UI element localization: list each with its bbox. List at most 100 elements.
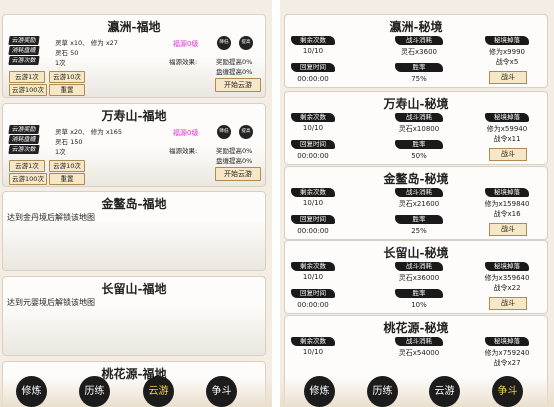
fight-button[interactable]: 战斗 <box>489 297 527 310</box>
luck-level: 福源0级 <box>173 129 199 137</box>
drop-value: 战令x27 <box>493 359 521 367</box>
reply-value: 00:00:00 <box>297 152 329 160</box>
drop-label: 秘境掉落 <box>485 36 529 45</box>
drop-label: 秘境掉落 <box>485 337 529 346</box>
remaining-value: 10/10 <box>302 124 324 132</box>
wander-card-jinaodao: 金鳌岛-福地 达到金丹境后解锁该地图 <box>2 191 266 271</box>
card-title: 金鳌岛-福地 <box>101 197 167 211</box>
right-screen: 瀛洲-秘境 剩余次数 战斗消耗 秘境掉落 10/10 灵石x3600 修为x99… <box>280 0 554 407</box>
decrease-luck-icon[interactable]: 降低 <box>217 36 231 50</box>
nav-wander[interactable]: 云游 <box>143 376 174 407</box>
bonus-reward: 奖励提高0% <box>216 147 253 155</box>
wander-1-button[interactable]: 云游1次 <box>9 160 45 172</box>
drop-label: 秘境掉落 <box>485 113 529 122</box>
card-title: 长留山-秘境 <box>383 246 449 260</box>
nav-wander[interactable]: 云游 <box>429 376 460 407</box>
reply-value: 00:00:00 <box>297 301 329 309</box>
cost-label: 战斗消耗 <box>395 337 443 346</box>
unlock-requirement: 达到金丹境后解锁该地图 <box>7 213 95 222</box>
remaining-value: 10/10 <box>302 348 324 356</box>
increase-luck-icon[interactable]: 提高 <box>239 125 253 139</box>
remaining-label: 剩余次数 <box>291 36 335 45</box>
drop-value: 战令x22 <box>493 284 521 292</box>
card-title: 万寿山-秘境 <box>383 97 449 111</box>
card-title: 万寿山-福地 <box>101 109 167 123</box>
nav-train[interactable]: 历练 <box>367 376 398 407</box>
count-tag: 云游次数 <box>8 56 40 65</box>
remaining-label: 剩余次数 <box>291 337 335 346</box>
remaining-value: 10/10 <box>302 273 324 281</box>
secret-card-jinaodao: 金鳌岛-秘境 剩余次数 战斗消耗 秘境掉落 10/10 灵石x21600 修为x… <box>284 166 548 240</box>
reward-tag: 云游奖励 <box>8 36 40 45</box>
reply-value: 00:00:00 <box>297 227 329 235</box>
win-label: 胜率 <box>395 215 443 224</box>
wander-100-button[interactable]: 云游100次 <box>9 173 47 185</box>
cost-value: 灵石x36000 <box>398 274 440 282</box>
nav-battle[interactable]: 争斗 <box>492 376 523 407</box>
wander-card-yingzhou: 瀛洲-福地 云游奖励 灵草 x10、 修为 x27 消耗盘缠 灵石 50 云游次… <box>2 14 266 98</box>
count-tag: 云游次数 <box>8 145 40 154</box>
cost-text: 灵石 150 <box>55 138 83 146</box>
reply-label: 回复时间 <box>291 140 335 149</box>
reset-button[interactable]: 重置 <box>49 173 85 185</box>
win-value: 25% <box>411 227 427 235</box>
count-text: 1次 <box>55 59 66 67</box>
win-label: 胜率 <box>395 140 443 149</box>
drop-label: 秘境掉落 <box>485 188 529 197</box>
win-label: 胜率 <box>395 63 443 72</box>
increase-luck-icon[interactable]: 提高 <box>239 36 253 50</box>
start-wander-button[interactable]: 开始云游 <box>215 167 261 181</box>
wander-10-button[interactable]: 云游10次 <box>49 160 85 172</box>
drop-label: 秘境掉落 <box>485 262 529 271</box>
bonus-label: 福源效果: <box>169 58 198 66</box>
cost-value: 灵石x3600 <box>401 48 437 56</box>
bonus-reward: 奖励提高0% <box>216 58 253 66</box>
reply-label: 回复时间 <box>291 215 335 224</box>
drop-value: 修为x359640 <box>484 274 530 282</box>
drop-value: 战令x5 <box>495 58 519 66</box>
cost-label: 战斗消耗 <box>395 262 443 271</box>
fight-button[interactable]: 战斗 <box>489 223 527 236</box>
reset-button[interactable]: 重置 <box>49 84 85 96</box>
wander-10-button[interactable]: 云游10次 <box>49 71 85 83</box>
secret-card-yingzhou: 瀛洲-秘境 剩余次数 战斗消耗 秘境掉落 10/10 灵石x3600 修为x99… <box>284 14 548 88</box>
wander-100-button[interactable]: 云游100次 <box>9 84 47 96</box>
nav-train[interactable]: 历练 <box>79 376 110 407</box>
cost-label: 战斗消耗 <box>395 188 443 197</box>
drop-value: 战令x16 <box>493 210 521 218</box>
nav-cultivate[interactable]: 修炼 <box>304 376 335 407</box>
cost-tag: 消耗盘缠 <box>8 135 40 144</box>
drop-value: 修为x59940 <box>486 125 528 133</box>
nav-battle[interactable]: 争斗 <box>206 376 237 407</box>
win-value: 10% <box>411 301 427 309</box>
reward-text: 灵草 x20、 修为 x165 <box>55 128 123 136</box>
bonus-cost: 盘缠提高0% <box>216 157 253 165</box>
card-title: 桃花源-秘境 <box>383 321 449 335</box>
remaining-value: 10/10 <box>302 199 324 207</box>
win-value: 75% <box>411 75 427 83</box>
cost-value: 灵石x21600 <box>398 200 440 208</box>
nav-cultivate[interactable]: 修炼 <box>16 376 47 407</box>
decrease-luck-icon[interactable]: 降低 <box>217 125 231 139</box>
card-title: 瀛洲-福地 <box>107 20 161 34</box>
card-title: 金鳌岛-秘境 <box>383 172 449 186</box>
cost-text: 灵石 50 <box>55 49 79 57</box>
remaining-label: 剩余次数 <box>291 188 335 197</box>
fight-button[interactable]: 战斗 <box>489 71 527 84</box>
secret-card-changliushan: 长留山-秘境 剩余次数 战斗消耗 秘境掉落 10/10 灵石x36000 修为x… <box>284 240 548 314</box>
start-wander-button[interactable]: 开始云游 <box>215 78 261 92</box>
cost-value: 灵石x54000 <box>398 349 440 357</box>
reward-text: 灵草 x10、 修为 x27 <box>55 39 118 47</box>
secret-card-wanshoushan: 万寿山-秘境 剩余次数 战斗消耗 秘境掉落 10/10 灵石x10800 修为x… <box>284 91 548 165</box>
drop-value: 修为x9990 <box>489 48 525 56</box>
cost-tag: 消耗盘缠 <box>8 46 40 55</box>
remaining-label: 剩余次数 <box>291 262 335 271</box>
wander-card-changliushan: 长留山-福地 达到元婴境后解锁该地图 <box>2 276 266 356</box>
fight-button[interactable]: 战斗 <box>489 148 527 161</box>
card-title: 瀛洲-秘境 <box>389 20 443 34</box>
count-text: 1次 <box>55 148 66 156</box>
reply-label: 回复时间 <box>291 289 335 298</box>
bonus-label: 福源效果: <box>169 147 198 155</box>
wander-1-button[interactable]: 云游1次 <box>9 71 45 83</box>
remaining-label: 剩余次数 <box>291 113 335 122</box>
